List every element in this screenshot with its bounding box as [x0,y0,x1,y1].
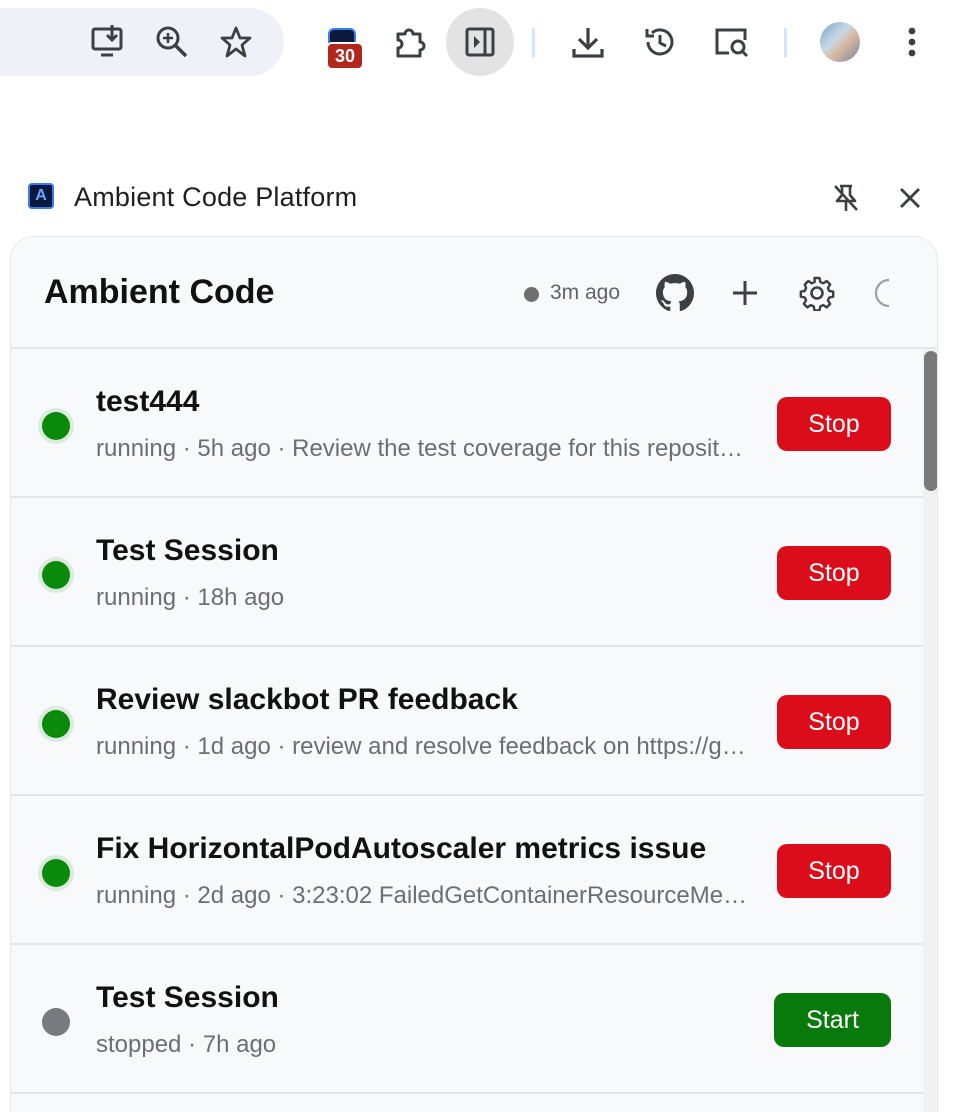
stop-button[interactable]: Stop [777,546,891,600]
history-icon[interactable] [636,18,684,66]
add-session-icon[interactable] [723,271,767,315]
stop-button[interactable]: Stop [777,695,891,749]
status-dot-running [42,412,70,440]
status-dot-stopped [42,1008,70,1036]
last-updated-text: 3m ago [550,281,621,304]
browser-toolbar: 30 [0,0,956,86]
dark-mode-moon-icon[interactable] [861,271,905,315]
list-item[interactable]: Test Session stopped · 7h ago Start [11,945,923,1094]
session-meta: running · 5h ago · Review the test cover… [96,435,748,462]
side-panel-icon[interactable] [446,8,514,76]
ambient-code-card: Ambient Code 3m ago test444 running · 5h… [10,236,938,1112]
close-icon[interactable] [890,178,930,218]
stop-button[interactable]: Stop [777,844,891,898]
list-item[interactable]: Test Session running · 18h ago Stop [11,498,923,647]
side-panel-header: A Ambient Code Platform [0,170,956,226]
status-dot-running [42,859,70,887]
bookmark-star-icon[interactable] [212,18,260,66]
session-meta: running · 2d ago · 3:23:02 FailedGetCont… [96,882,748,909]
list-item[interactable]: Review slackbot PR feedback running · 1d… [11,647,923,796]
status-dot-running [42,710,70,738]
session-name: test444 [96,385,200,418]
session-name: Fix HorizontalPodAutoscaler metrics issu… [96,832,707,865]
status-dot-running [42,561,70,589]
start-button[interactable]: Start [774,993,891,1047]
extension-badge: 30 [326,42,364,70]
toolbar-separator [784,28,787,58]
scrollbar-thumb[interactable] [924,351,937,491]
session-list: test444 running · 5h ago · Review the te… [11,349,923,1094]
gear-icon[interactable] [795,271,839,315]
github-icon[interactable] [653,271,697,315]
avatar[interactable] [820,22,860,62]
zoom-icon[interactable] [148,18,196,66]
toolbar-separator [532,28,535,58]
scrollbar[interactable] [923,349,937,1112]
list-item[interactable]: test444 running · 5h ago · Review the te… [11,349,923,498]
install-app-icon[interactable] [84,18,132,66]
puzzle-extensions-icon[interactable] [386,18,434,66]
connection-status-dot [524,287,539,302]
session-meta: running · 1d ago · review and resolve fe… [96,733,748,760]
panel-logo: A [28,183,54,209]
session-name: Review slackbot PR feedback [96,683,518,716]
download-icon[interactable] [564,18,612,66]
list-item[interactable]: Fix HorizontalPodAutoscaler metrics issu… [11,796,923,945]
unpin-icon[interactable] [826,178,866,218]
session-name: Test Session [96,981,279,1014]
session-meta: running · 18h ago [96,584,285,611]
panel-title: Ambient Code Platform [74,182,358,212]
search-tab-icon[interactable] [708,18,756,66]
page-title: Ambient Code [44,273,275,311]
session-meta: stopped · 7h ago [96,1031,277,1058]
stop-button[interactable]: Stop [777,397,891,451]
session-name: Test Session [96,534,279,567]
more-menu-icon[interactable] [888,18,936,66]
app-header: Ambient Code 3m ago [11,237,937,349]
